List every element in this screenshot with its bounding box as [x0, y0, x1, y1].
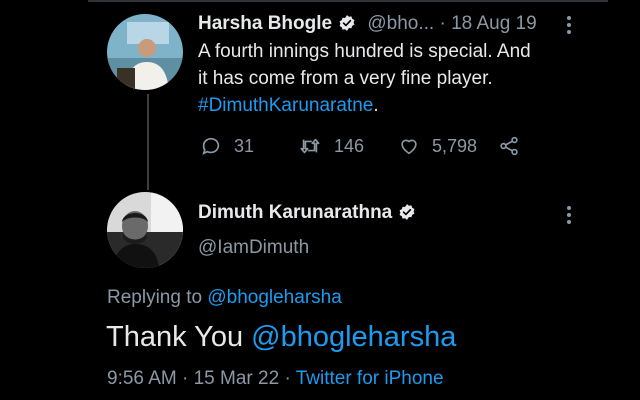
retweet-icon	[298, 135, 322, 157]
parent-text-line-3: #DimuthKarunaratne.	[198, 92, 598, 119]
reply-text-main: Thank You	[106, 321, 244, 353]
reply-count: 31	[234, 135, 255, 156]
top-divider	[88, 0, 608, 2]
more-vertical-icon[interactable]	[564, 14, 574, 41]
hashtag-suffix: .	[373, 95, 379, 116]
avatar-harsha-bhogle[interactable]	[107, 14, 183, 90]
like-count: 5,798	[432, 135, 478, 156]
heart-icon	[398, 135, 420, 157]
parent-author-name[interactable]: Harsha Bhogle	[198, 13, 332, 34]
reply-time[interactable]: 9:56 AM	[107, 368, 177, 389]
verified-badge-icon	[338, 14, 356, 39]
retweet-count: 146	[334, 135, 365, 156]
reply-bubble-icon	[200, 135, 222, 157]
parent-tweet-date[interactable]: 18 Aug 19	[451, 13, 537, 34]
share-icon	[498, 135, 520, 157]
reply-author-handle[interactable]: @IamDimuth	[198, 236, 309, 260]
more-vertical-icon[interactable]	[564, 204, 574, 231]
replying-to-mention[interactable]: @bhogleharsha	[207, 287, 341, 308]
parent-text-line-1: A fourth innings hundred is special. And	[198, 41, 531, 62]
replying-to-line: Replying to @bhogleharsha	[107, 286, 342, 310]
dot-separator: ·	[182, 368, 189, 389]
reply-text-mention[interactable]: @bhogleharsha	[251, 321, 456, 353]
reply-author-name[interactable]: Dimuth Karunarathna	[198, 202, 392, 223]
thread-connector-line	[147, 94, 149, 190]
parent-tweet-header: Harsha Bhogle @bho... · 18 Aug 19	[198, 12, 537, 39]
verified-badge-icon	[398, 203, 416, 228]
parent-tweet-text: A fourth innings hundred is special. And…	[198, 38, 598, 119]
tweet-source-link[interactable]: Twitter for iPhone	[296, 368, 444, 389]
reply-date[interactable]: 15 Mar 22	[194, 368, 280, 389]
reply-tweet-header: Dimuth Karunarathna	[198, 201, 416, 228]
retweet-action[interactable]: 146	[298, 135, 364, 157]
reply-action[interactable]: 31	[200, 135, 254, 157]
replying-to-prefix: Replying to	[107, 287, 203, 308]
dot-separator: ·	[439, 13, 446, 34]
reply-timestamp-line: 9:56 AM · 15 Mar 22 · Twitter for iPhone	[107, 367, 444, 391]
parent-text-line-2: it has come from a very fine player.	[198, 68, 493, 89]
avatar-dimuth-karunarathna[interactable]	[107, 192, 183, 268]
reply-tweet-text: Thank You @bhogleharsha	[106, 319, 456, 355]
hashtag-link[interactable]: #DimuthKarunaratne	[198, 95, 373, 116]
parent-action-bar: 31 146 5,798	[200, 135, 530, 161]
like-action[interactable]: 5,798	[398, 135, 477, 157]
share-action[interactable]	[498, 135, 520, 157]
dot-separator: ·	[284, 368, 291, 389]
parent-author-handle[interactable]: @bho...	[367, 13, 434, 34]
